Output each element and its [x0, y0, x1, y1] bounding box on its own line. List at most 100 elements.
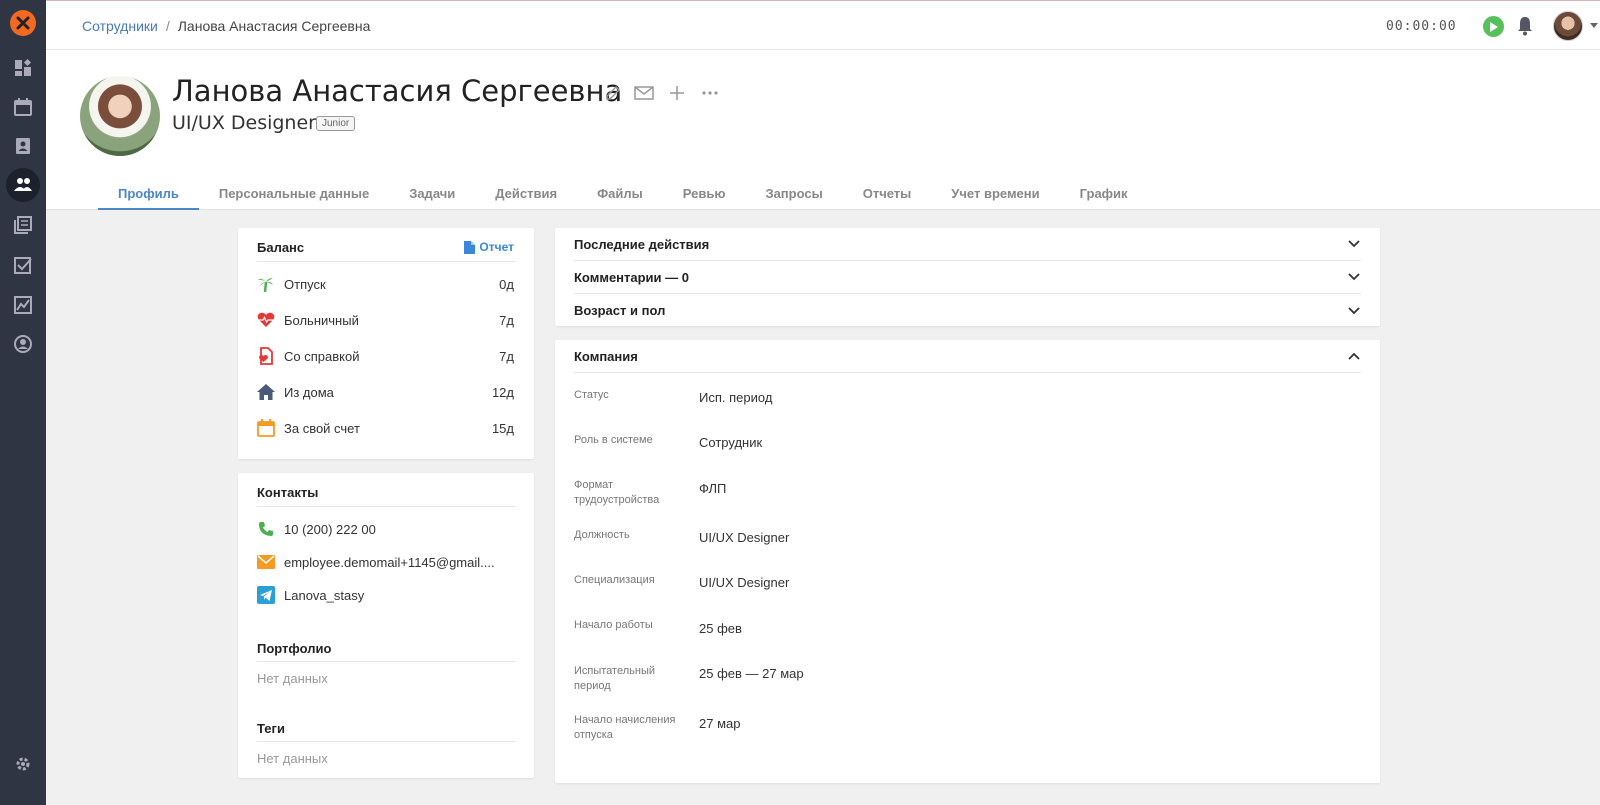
field-label-start-date: Начало работы	[574, 619, 653, 631]
contact-email[interactable]: employee.demomail+1145@gmail....	[257, 551, 515, 573]
analytics-icon[interactable]	[11, 293, 35, 317]
portfolio-empty: Нет данных	[257, 671, 328, 686]
tab-personal-data[interactable]: Персональные данные	[199, 178, 389, 210]
balance-label: Из дома	[284, 384, 334, 400]
dashboard-icon[interactable]	[11, 56, 35, 80]
chevron-down-icon	[1347, 237, 1361, 251]
tab-files[interactable]: Файлы	[577, 178, 663, 210]
breadcrumb-employees-link[interactable]: Сотрудники	[82, 18, 158, 34]
calendar-icon	[257, 419, 275, 437]
add-plus-icon[interactable]	[666, 82, 688, 104]
tab-reports[interactable]: Отчеты	[843, 178, 932, 210]
field-label-status: Статус	[574, 389, 609, 401]
info-accordion: Последние действия Комментарии — 0 Возра…	[555, 228, 1380, 326]
field-label-position: Должность	[574, 529, 630, 541]
profile-circle-icon[interactable]	[11, 332, 35, 356]
document-icon	[464, 240, 476, 254]
contacts-book-icon[interactable]	[11, 134, 35, 158]
company-card: Компания Статус Исп. период Роль в систе…	[555, 340, 1380, 783]
breadcrumb-current: Ланова Анастасия Сергеевна	[177, 18, 371, 34]
contact-telegram[interactable]: Lanova_stasy	[257, 584, 515, 606]
tab-requests[interactable]: Запросы	[745, 178, 842, 210]
email-value: employee.demomail+1145@gmail....	[284, 554, 495, 570]
employees-icon[interactable]	[6, 168, 40, 202]
chevron-up-icon	[1347, 349, 1361, 363]
balance-row-with-certificate: Со справкой 7д	[257, 345, 514, 367]
phone-value: 10 (200) 222 00	[284, 521, 376, 537]
field-label-role: Роль в системе	[574, 434, 653, 446]
balance-title: Баланс	[257, 240, 305, 255]
library-icon[interactable]	[11, 213, 35, 237]
field-value-vacation-accrual: 27 мар	[699, 716, 741, 731]
balance-row-unpaid: За свой счет 15д	[257, 417, 514, 439]
sidebar	[0, 0, 46, 805]
report-link-label: Отчет	[479, 240, 514, 254]
contacts-title: Контакты	[257, 485, 319, 500]
balance-label: Отпуск	[284, 276, 326, 292]
tags-title: Теги	[257, 721, 285, 736]
balance-value: 0д	[499, 276, 514, 292]
tab-tasks[interactable]: Задачи	[389, 178, 475, 210]
field-label-employment-format: Формат трудоустройства	[574, 479, 660, 506]
email-envelope-icon[interactable]	[633, 82, 655, 104]
profile-header: Ланова Анастасия Сергеевна UI/UX Designe…	[46, 50, 1600, 210]
time-tracker-display: 00:00:00	[1386, 19, 1457, 34]
play-icon	[1490, 21, 1498, 32]
tab-actions[interactable]: Действия	[475, 178, 577, 210]
medical-note-icon	[257, 347, 275, 365]
company-title: Компания	[574, 348, 638, 364]
field-value-status: Исп. период	[699, 390, 773, 405]
balance-label: Со справкой	[284, 348, 360, 364]
balance-label: За свой счет	[284, 420, 360, 436]
tags-empty: Нет данных	[257, 751, 328, 766]
tasks-check-icon[interactable]	[11, 253, 35, 277]
employee-name: Ланова Анастасия Сергеевна	[172, 74, 623, 108]
portfolio-divider	[257, 661, 515, 662]
field-value-employment-format: ФЛП	[699, 481, 727, 496]
calendar-nav-icon[interactable]	[11, 95, 35, 119]
balance-label: Больничный	[284, 312, 359, 328]
chevron-down-icon	[1347, 270, 1361, 284]
phone-icon	[257, 520, 275, 538]
accordion-age-gender[interactable]: Возраст и пол	[574, 294, 1361, 327]
more-ellipsis-icon[interactable]	[699, 82, 721, 104]
palm-tree-icon	[257, 275, 275, 293]
breadcrumb: Сотрудники / Ланова Анастасия Сергеевна	[82, 18, 370, 34]
accordion-label: Комментарии — 0	[574, 269, 689, 285]
edit-pencil-icon[interactable]	[602, 82, 624, 104]
app-logo[interactable]	[10, 10, 36, 36]
balance-row-sick: Больничный 7д	[257, 309, 514, 331]
balance-value: 12д	[491, 384, 514, 400]
contact-phone[interactable]: 10 (200) 222 00	[257, 518, 515, 540]
settings-gear-icon[interactable]	[11, 752, 35, 776]
balance-value: 7д	[499, 348, 514, 364]
accordion-recent-actions[interactable]: Последние действия	[574, 228, 1361, 261]
field-label-specialization: Специализация	[574, 574, 655, 586]
user-avatar[interactable]	[1553, 11, 1583, 41]
balance-row-remote: Из дома 12д	[257, 381, 514, 403]
user-menu-chevron-down-icon[interactable]	[1590, 23, 1598, 28]
company-accordion-header[interactable]: Компания	[574, 340, 1361, 373]
chevron-down-icon	[1347, 304, 1361, 318]
accordion-comments[interactable]: Комментарии — 0	[574, 261, 1361, 294]
field-label-vacation-accrual: Начало начисления отпуска	[574, 714, 676, 741]
balance-divider	[257, 261, 515, 262]
field-value-probation: 25 фев — 27 мар	[699, 666, 804, 681]
timer-start-button[interactable]	[1483, 16, 1504, 37]
report-link[interactable]: Отчет	[464, 240, 514, 254]
notifications-bell-icon[interactable]	[1516, 16, 1534, 41]
tab-review[interactable]: Ревью	[663, 178, 746, 210]
heart-pulse-icon	[257, 311, 275, 329]
telegram-value: Lanova_stasy	[284, 587, 365, 603]
field-value-role: Сотрудник	[699, 435, 763, 450]
tab-schedule[interactable]: График	[1060, 178, 1148, 210]
balance-card: Баланс Отчет Отпуск 0д Больничный 7д Со …	[238, 228, 534, 459]
accordion-label: Последние действия	[574, 236, 710, 252]
top-bar: Сотрудники / Ланова Анастасия Сергеевна 00…	[46, 0, 1600, 50]
breadcrumb-separator: /	[165, 18, 170, 34]
contacts-card: Контакты 10 (200) 222 00 employee.demoma…	[238, 473, 534, 778]
tab-profile[interactable]: Профиль	[98, 178, 199, 210]
tab-time-tracking[interactable]: Учет времени	[931, 178, 1059, 210]
contacts-divider	[257, 506, 515, 507]
x-logo-icon	[16, 16, 30, 30]
